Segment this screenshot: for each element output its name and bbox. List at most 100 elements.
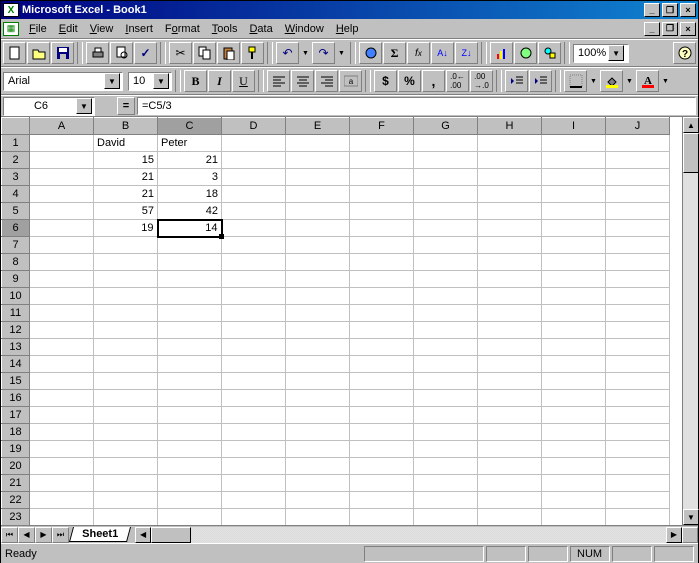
cell-F6[interactable] [350, 220, 414, 237]
cell-I17[interactable] [542, 407, 606, 424]
cell-A1[interactable] [30, 135, 94, 152]
cell-C14[interactable] [158, 356, 222, 373]
paste-button[interactable] [217, 42, 240, 64]
cell-A16[interactable] [30, 390, 94, 407]
cell-B23[interactable] [94, 509, 158, 526]
cell-A4[interactable] [30, 186, 94, 203]
cell-C2[interactable]: 21 [158, 152, 222, 169]
cell-E22[interactable] [286, 492, 350, 509]
cell-B7[interactable] [94, 237, 158, 254]
underline-button[interactable]: U [232, 70, 255, 92]
help-button[interactable]: ? [673, 42, 696, 64]
cell-G4[interactable] [414, 186, 478, 203]
new-button[interactable] [3, 42, 26, 64]
cell-E16[interactable] [286, 390, 350, 407]
cell-C3[interactable]: 3 [158, 169, 222, 186]
name-box[interactable]: C6▼ [3, 97, 95, 116]
tab-prev-button[interactable]: ◀ [18, 527, 35, 543]
fill-color-button[interactable] [600, 70, 623, 92]
cell-G6[interactable] [414, 220, 478, 237]
cell-G1[interactable] [414, 135, 478, 152]
chevron-down-icon[interactable]: ▼ [153, 73, 169, 89]
cell-F20[interactable] [350, 458, 414, 475]
cell-I14[interactable] [542, 356, 606, 373]
cell-C13[interactable] [158, 339, 222, 356]
cell-J19[interactable] [606, 441, 670, 458]
cell-J10[interactable] [606, 288, 670, 305]
cell-I21[interactable] [542, 475, 606, 492]
cell-A23[interactable] [30, 509, 94, 526]
cell-B8[interactable] [94, 254, 158, 271]
cell-C1[interactable]: Peter [158, 135, 222, 152]
cell-H19[interactable] [478, 441, 542, 458]
scroll-track[interactable] [683, 173, 698, 509]
cell-F23[interactable] [350, 509, 414, 526]
cell-E15[interactable] [286, 373, 350, 390]
cell-J17[interactable] [606, 407, 670, 424]
cell-E20[interactable] [286, 458, 350, 475]
cell-F9[interactable] [350, 271, 414, 288]
scroll-left-button[interactable]: ◀ [135, 527, 151, 543]
cell-A13[interactable] [30, 339, 94, 356]
cell-E6[interactable] [286, 220, 350, 237]
save-button[interactable] [51, 42, 74, 64]
cell-B13[interactable] [94, 339, 158, 356]
cell-H16[interactable] [478, 390, 542, 407]
minimize-button[interactable]: _ [644, 3, 660, 17]
tab-first-button[interactable]: ⏮ [1, 527, 18, 543]
cell-G3[interactable] [414, 169, 478, 186]
cell-I4[interactable] [542, 186, 606, 203]
cell-E1[interactable] [286, 135, 350, 152]
cell-D5[interactable] [222, 203, 286, 220]
formula-bar[interactable]: =C5/3 [137, 97, 696, 115]
cell-J8[interactable] [606, 254, 670, 271]
cell-B5[interactable]: 57 [94, 203, 158, 220]
cell-C22[interactable] [158, 492, 222, 509]
cell-A6[interactable] [30, 220, 94, 237]
cell-F14[interactable] [350, 356, 414, 373]
cell-J7[interactable] [606, 237, 670, 254]
print-button[interactable] [86, 42, 109, 64]
cell-B20[interactable] [94, 458, 158, 475]
cell-J23[interactable] [606, 509, 670, 526]
cell-B6[interactable]: 19 [94, 220, 158, 237]
cell-A21[interactable] [30, 475, 94, 492]
cell-G18[interactable] [414, 424, 478, 441]
menu-edit[interactable]: Edit [53, 21, 84, 37]
cell-G16[interactable] [414, 390, 478, 407]
row-header-12[interactable]: 12 [2, 322, 30, 339]
cell-J14[interactable] [606, 356, 670, 373]
row-header-21[interactable]: 21 [2, 475, 30, 492]
cell-G15[interactable] [414, 373, 478, 390]
cell-B9[interactable] [94, 271, 158, 288]
cell-D3[interactable] [222, 169, 286, 186]
cell-F13[interactable] [350, 339, 414, 356]
chevron-down-icon[interactable]: ▼ [104, 73, 120, 89]
cell-C4[interactable]: 18 [158, 186, 222, 203]
cell-J6[interactable] [606, 220, 670, 237]
cell-I6[interactable] [542, 220, 606, 237]
fill-color-dropdown[interactable]: ▼ [624, 78, 635, 85]
cell-F2[interactable] [350, 152, 414, 169]
borders-button[interactable] [564, 70, 587, 92]
merge-center-button[interactable]: a [339, 70, 362, 92]
spreadsheet-grid[interactable]: ABCDEFGHIJ1DavidPeter2152132134211855742… [1, 117, 670, 525]
align-right-button[interactable] [315, 70, 338, 92]
col-header-E[interactable]: E [286, 118, 350, 135]
mdi-restore-button[interactable]: ❐ [662, 22, 678, 36]
cell-B22[interactable] [94, 492, 158, 509]
cell-A5[interactable] [30, 203, 94, 220]
format-painter-button[interactable] [241, 42, 264, 64]
cell-F21[interactable] [350, 475, 414, 492]
cell-D8[interactable] [222, 254, 286, 271]
cell-D11[interactable] [222, 305, 286, 322]
font-color-dropdown[interactable]: ▼ [660, 78, 671, 85]
cell-I15[interactable] [542, 373, 606, 390]
decrease-decimal-button[interactable]: .00→.0 [470, 70, 493, 92]
cell-H9[interactable] [478, 271, 542, 288]
cell-D19[interactable] [222, 441, 286, 458]
cell-C8[interactable] [158, 254, 222, 271]
row-header-18[interactable]: 18 [2, 424, 30, 441]
cell-H21[interactable] [478, 475, 542, 492]
cell-B19[interactable] [94, 441, 158, 458]
